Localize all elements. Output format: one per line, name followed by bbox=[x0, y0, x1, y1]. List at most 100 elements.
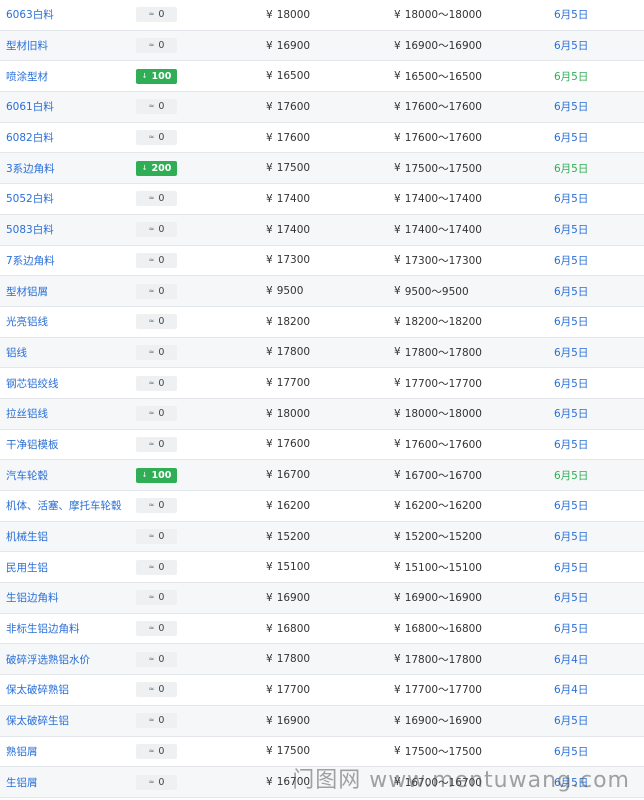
price-flat-badge: ≈0 bbox=[136, 222, 177, 238]
date-cell: 6月5日 bbox=[554, 715, 589, 728]
material-name-link[interactable]: 干净铝模板 bbox=[6, 430, 59, 460]
material-name-link[interactable]: 5052白料 bbox=[6, 184, 54, 214]
date-cell: 6月5日 bbox=[554, 623, 589, 636]
material-name-link[interactable]: 3系边角料 bbox=[6, 153, 55, 183]
material-name-link[interactable]: 熟铝屑 bbox=[6, 737, 38, 767]
date-cell: 6月5日 bbox=[554, 101, 589, 114]
price-value: 17800 bbox=[276, 653, 311, 666]
date-cell: 6月5日 bbox=[554, 224, 589, 237]
price-cell: ¥16900 bbox=[266, 31, 310, 61]
price-cell: ¥17800 bbox=[266, 338, 310, 368]
date-cell: 6月5日 bbox=[554, 377, 589, 390]
price-value: 17400 bbox=[276, 192, 311, 205]
change-cell: ↓ 200 bbox=[136, 153, 177, 183]
material-name-link[interactable]: 6082白料 bbox=[6, 123, 54, 153]
price-value: 16500 bbox=[276, 70, 311, 83]
material-name-link[interactable]: 破碎浮选熟铝水价 bbox=[6, 644, 90, 674]
change-value: 0 bbox=[158, 9, 165, 21]
material-name-link[interactable]: 铝线 bbox=[6, 338, 27, 368]
change-value: 0 bbox=[158, 500, 165, 512]
material-name-link[interactable]: 汽车轮毂 bbox=[6, 460, 48, 490]
table-row: 生铝边角料 ≈0 ¥16900 ¥16900～16900 6月5日 bbox=[0, 583, 644, 614]
flat-wave-icon: ≈ bbox=[148, 286, 155, 295]
currency-symbol: ¥ bbox=[266, 622, 273, 635]
change-value: 0 bbox=[158, 377, 165, 389]
material-name-link[interactable]: 钢芯铝绞线 bbox=[6, 368, 59, 398]
price-flat-badge: ≈0 bbox=[136, 99, 177, 115]
range-cell: ¥18200～18200 bbox=[394, 307, 482, 337]
material-name-link[interactable]: 机体、活塞、摩托车轮毂 bbox=[6, 491, 122, 521]
flat-wave-icon: ≈ bbox=[148, 41, 155, 50]
currency-symbol: ¥ bbox=[266, 315, 273, 328]
price-value: 17500 bbox=[276, 162, 311, 175]
date-cell: 6月4日 bbox=[554, 684, 589, 697]
material-name-link[interactable]: 喷涂型材 bbox=[6, 61, 48, 91]
material-name-link[interactable]: 保太破碎生铝 bbox=[6, 706, 69, 736]
price-cell: ¥17500 bbox=[266, 153, 310, 183]
change-value: 0 bbox=[158, 346, 165, 358]
change-cell: ≈0 bbox=[136, 31, 177, 61]
change-value: 0 bbox=[158, 745, 165, 757]
date-cell: 6月5日 bbox=[554, 592, 589, 605]
range-value: 15100～15100 bbox=[404, 561, 482, 574]
price-cell: ¥9500 bbox=[266, 276, 303, 306]
price-flat-badge: ≈0 bbox=[136, 682, 177, 698]
down-arrow-icon: ↓ bbox=[141, 71, 148, 80]
price-table: 6063白料 ≈0 ¥18000 ¥18000～18000 6月5日 型材旧料 ≈0 ¥169… bbox=[0, 0, 644, 798]
range-value: 16200～16200 bbox=[404, 500, 482, 513]
flat-wave-icon: ≈ bbox=[148, 654, 155, 663]
change-cell: ≈0 bbox=[136, 767, 177, 797]
material-name-link[interactable]: 保太破碎熟铝 bbox=[6, 675, 69, 705]
range-cell: ¥16900～16900 bbox=[394, 583, 482, 613]
table-row: 铝线 ≈0 ¥17800 ¥17800～17800 6月5日 bbox=[0, 337, 644, 369]
material-name-link[interactable]: 光亮铝线 bbox=[6, 307, 48, 337]
table-row: 干净铝模板 ≈0 ¥17600 ¥17600～17600 6月5日 bbox=[0, 429, 644, 461]
material-name-link[interactable]: 机械生铝 bbox=[6, 522, 48, 552]
material-name-link[interactable]: 6063白料 bbox=[6, 0, 54, 30]
price-cell: ¥17700 bbox=[266, 368, 310, 398]
material-name-link[interactable]: 拉丝铝线 bbox=[6, 399, 48, 429]
currency-symbol: ¥ bbox=[266, 223, 273, 236]
material-name-link[interactable]: 6061白料 bbox=[6, 92, 54, 122]
currency-symbol: ¥ bbox=[266, 70, 273, 83]
price-value: 17600 bbox=[276, 131, 311, 144]
currency-symbol: ¥ bbox=[394, 315, 401, 328]
price-value: 16900 bbox=[276, 714, 311, 727]
table-row: 生铝屑 ≈0 ¥16700 ¥16700～16700 6月5日 bbox=[0, 767, 644, 798]
change-cell: ≈0 bbox=[136, 552, 177, 582]
change-cell: ≈0 bbox=[136, 491, 177, 521]
material-name-link[interactable]: 生铝边角料 bbox=[6, 583, 59, 613]
currency-symbol: ¥ bbox=[266, 438, 273, 451]
flat-wave-icon: ≈ bbox=[148, 624, 155, 633]
table-row: 型材铝屑 ≈0 ¥9500 ¥9500～9500 6月5日 bbox=[0, 276, 644, 307]
flat-wave-icon: ≈ bbox=[148, 133, 155, 142]
material-name-link[interactable]: 民用生铝 bbox=[6, 552, 48, 582]
table-row: 6063白料 ≈0 ¥18000 ¥18000～18000 6月5日 bbox=[0, 0, 644, 31]
material-name-link[interactable]: 非标生铝边角料 bbox=[6, 614, 80, 644]
price-flat-badge: ≈0 bbox=[136, 651, 177, 667]
change-value: 0 bbox=[158, 101, 165, 113]
table-row: 7系边角料 ≈0 ¥17300 ¥17300～17300 6月5日 bbox=[0, 245, 644, 277]
change-value: 100 bbox=[151, 469, 172, 481]
flat-wave-icon: ≈ bbox=[148, 347, 155, 356]
change-cell: ↓ 100 bbox=[136, 460, 177, 490]
material-name-link[interactable]: 7系边角料 bbox=[6, 246, 55, 276]
range-cell: ¥17600～17600 bbox=[394, 430, 482, 460]
range-cell: ¥17800～17800 bbox=[394, 644, 482, 674]
price-cell: ¥16700 bbox=[266, 767, 310, 797]
change-cell: ≈0 bbox=[136, 399, 177, 429]
material-name-link[interactable]: 型材铝屑 bbox=[6, 276, 48, 306]
range-cell: ¥17300～17300 bbox=[394, 246, 482, 276]
change-value: 100 bbox=[151, 70, 172, 82]
change-value: 0 bbox=[158, 653, 165, 665]
price-cell: ¥17600 bbox=[266, 430, 310, 460]
range-cell: ¥16500～16500 bbox=[394, 61, 482, 91]
material-name-link[interactable]: 5083白料 bbox=[6, 215, 54, 245]
currency-symbol: ¥ bbox=[394, 530, 401, 543]
price-value: 18200 bbox=[276, 315, 311, 328]
price-value: 16200 bbox=[276, 499, 311, 512]
range-cell: ¥15100～15100 bbox=[394, 552, 482, 582]
table-row: 喷涂型材 ↓ 100 ¥16500 ¥16500～16500 6月5日 bbox=[0, 61, 644, 93]
material-name-link[interactable]: 生铝屑 bbox=[6, 767, 38, 797]
material-name-link[interactable]: 型材旧料 bbox=[6, 31, 48, 61]
